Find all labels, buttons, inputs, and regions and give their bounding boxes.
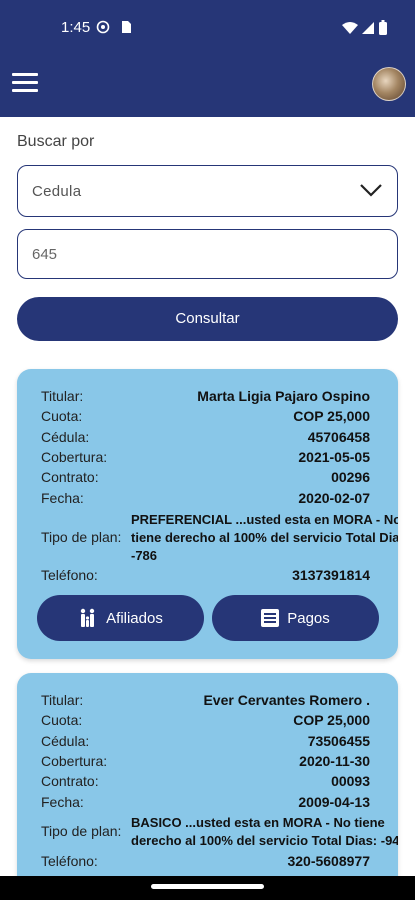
search-input[interactable]: 645 (17, 229, 398, 279)
status-time: 1:45 (61, 19, 91, 36)
cobertura-label: Cobertura: (41, 753, 108, 769)
pagos-button[interactable]: Pagos (212, 595, 379, 641)
plan-line: -786 (131, 548, 158, 563)
titular-value: Marta Ligia Pajaro Ospino (197, 388, 370, 404)
cedula-label: Cédula: (41, 733, 90, 749)
consult-button[interactable]: Consultar (17, 297, 398, 341)
plan-line: tiene derecho al 100% del servicio Total… (131, 530, 398, 545)
cuota-value: COP 25,000 (293, 408, 370, 424)
search-input-value: 645 (32, 246, 58, 263)
fecha-label: Fecha: (41, 794, 84, 810)
cobertura-value: 2020-11-30 (299, 753, 370, 769)
cedula-label: Cédula: (41, 429, 90, 445)
sim-card-icon (122, 21, 131, 33)
contrato-label: Contrato: (41, 773, 99, 789)
signal-icon (362, 21, 374, 34)
titular-label: Titular: (41, 388, 84, 404)
cobertura-label: Cobertura: (41, 449, 108, 465)
receipt-list-icon (261, 609, 280, 627)
cuota-label: Cuota: (41, 712, 83, 728)
plan-line: PREFERENCIAL ...usted esta en MORA - No (131, 512, 398, 527)
wifi-icon (342, 21, 358, 34)
pagos-label: Pagos (287, 609, 330, 627)
policy-card: Titular: Marta Ligia Pajaro Ospino Cuota… (17, 369, 398, 659)
cobertura-value: 2021-05-05 (298, 449, 370, 465)
battery-icon (379, 20, 387, 35)
hamburger-menu-icon[interactable] (12, 73, 40, 95)
cedula-value: 73506455 (307, 733, 370, 749)
fecha-value: 2009-04-13 (298, 794, 370, 810)
system-nav-bar (0, 876, 415, 900)
status-bar: 1:45 (0, 0, 415, 56)
contrato-value: 00296 (331, 469, 370, 485)
contrato-value: 00093 (331, 773, 370, 789)
search-by-label: Buscar por (17, 133, 95, 150)
search-type-value: Cedula (32, 183, 82, 200)
app-header: 1:45 (0, 0, 415, 117)
plan-line: BASICO ...usted esta en MORA - No tiene (131, 815, 385, 830)
search-type-select[interactable]: Cedula (17, 165, 398, 217)
chevron-down-icon (360, 184, 382, 197)
tipo-plan-label: Tipo de plan: (41, 823, 122, 839)
user-avatar[interactable] (372, 67, 406, 101)
tipo-plan-value: BASICO ...usted esta en MORA - No tiene … (131, 814, 398, 850)
policy-card: Titular: Ever Cervantes Romero . Cuota: … (17, 673, 398, 876)
family-icon (80, 608, 95, 627)
cuota-value: COP 25,000 (293, 712, 370, 728)
tipo-plan-value: PREFERENCIAL ...usted esta en MORA - No … (131, 511, 398, 565)
home-gesture-handle[interactable] (151, 884, 264, 889)
telefono-label: Teléfono: (41, 567, 98, 583)
telefono-label: Teléfono: (41, 853, 98, 869)
titular-label: Titular: (41, 692, 84, 708)
afiliados-label: Afiliados (106, 609, 163, 627)
fecha-label: Fecha: (41, 490, 84, 506)
titular-value: Ever Cervantes Romero . (203, 692, 370, 708)
fecha-value: 2020-02-07 (298, 490, 370, 506)
telefono-value: 3137391814 (292, 567, 370, 583)
tipo-plan-label: Tipo de plan: (41, 529, 122, 545)
vpn-icon (96, 20, 110, 34)
plan-line: derecho al 100% del servicio Total Dias:… (131, 833, 398, 848)
contrato-label: Contrato: (41, 469, 99, 485)
main-content: Buscar por Cedula 645 Consultar Titular:… (0, 117, 415, 876)
cuota-label: Cuota: (41, 408, 83, 424)
telefono-value: 320-5608977 (287, 853, 370, 869)
cedula-value: 45706458 (307, 429, 370, 445)
afiliados-button[interactable]: Afiliados (37, 595, 204, 641)
